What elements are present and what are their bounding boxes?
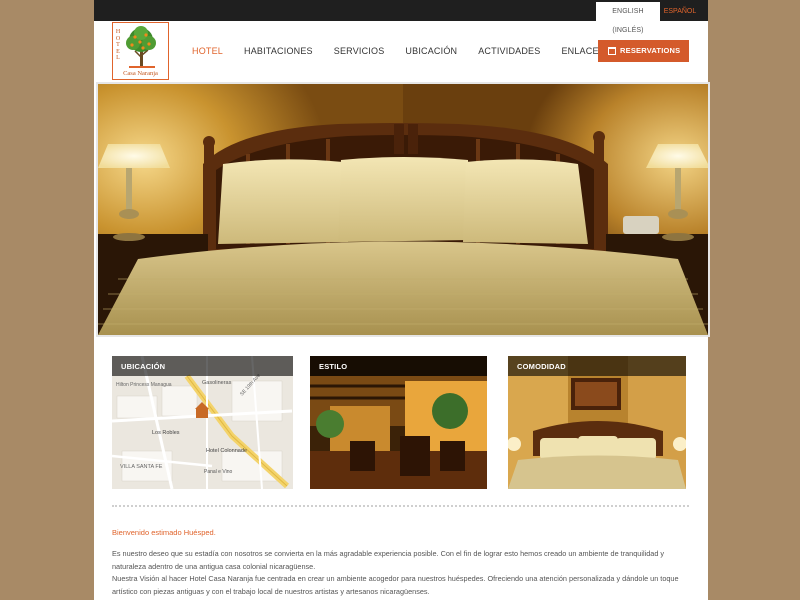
- nav-item-habitaciones[interactable]: HABITACIONES: [244, 44, 313, 58]
- nav-item-servicios[interactable]: SERVICIOS: [334, 44, 385, 58]
- welcome-heading: Bienvenido estimado Huésped.: [112, 528, 216, 537]
- nav-item-ubicacion[interactable]: UBICACIÓN: [405, 44, 457, 58]
- top-bar: ENGLISH (INGLÉS) ESPAÑOL: [94, 0, 708, 34]
- calendar-icon: [608, 47, 616, 55]
- thumb-estilo-image[interactable]: ESTILO: [310, 356, 487, 489]
- thumb-label-estilo: ESTILO: [310, 356, 487, 376]
- thumb-comodidad-image[interactable]: COMODIDAD: [508, 356, 686, 489]
- reservations-button[interactable]: RESERVATIONS: [598, 40, 689, 62]
- logo-hotel-text: HOTEL: [115, 29, 121, 61]
- map-label-hotel-colonnade: Hotel Colonnade: [206, 448, 247, 454]
- intro-paragraph-2: Nuestra Visión al hacer Hotel Casa Naran…: [112, 574, 679, 596]
- page-container: ENGLISH (INGLÉS) ESPAÑOL HOTEL Casa Nara…: [94, 0, 710, 600]
- dotted-divider: [112, 505, 689, 507]
- language-english-link[interactable]: ENGLISH (INGLÉS): [596, 2, 660, 34]
- main-nav: HOTEL HABITACIONES SERVICIOS UBICACIÓN A…: [192, 44, 626, 58]
- thumb-label-ubicacion: UBICACIÓN: [112, 356, 293, 376]
- intro-paragraph-1: Es nuestro deseo que su estadía con noso…: [112, 549, 665, 571]
- nav-item-hotel[interactable]: HOTEL: [192, 44, 223, 58]
- hotel-logo[interactable]: HOTEL Casa Naranja: [112, 22, 169, 80]
- reservations-label: RESERVATIONS: [620, 46, 681, 55]
- map-label-los-robles: Los Robles: [152, 430, 180, 436]
- map-label-hilton: Hilton Princess Managua: [116, 382, 172, 388]
- nav-item-actividades[interactable]: ACTIVIDADES: [478, 44, 540, 58]
- map-label-gasolineras: Gasolineras: [202, 380, 232, 386]
- logo-name-text: Casa Naranja: [123, 70, 158, 77]
- hero-image-bedroom: [96, 82, 710, 337]
- language-spanish-link[interactable]: ESPAÑOL: [660, 2, 700, 21]
- thumb-ubicacion-map[interactable]: Hilton Princess Managua Gasolineras Los …: [112, 356, 293, 489]
- map-label-villa-santa-fe: VILLA SANTA FE: [120, 464, 163, 470]
- map-label-panal: Panal e Vino: [204, 469, 232, 475]
- thumb-label-comodidad: COMODIDAD: [508, 356, 686, 376]
